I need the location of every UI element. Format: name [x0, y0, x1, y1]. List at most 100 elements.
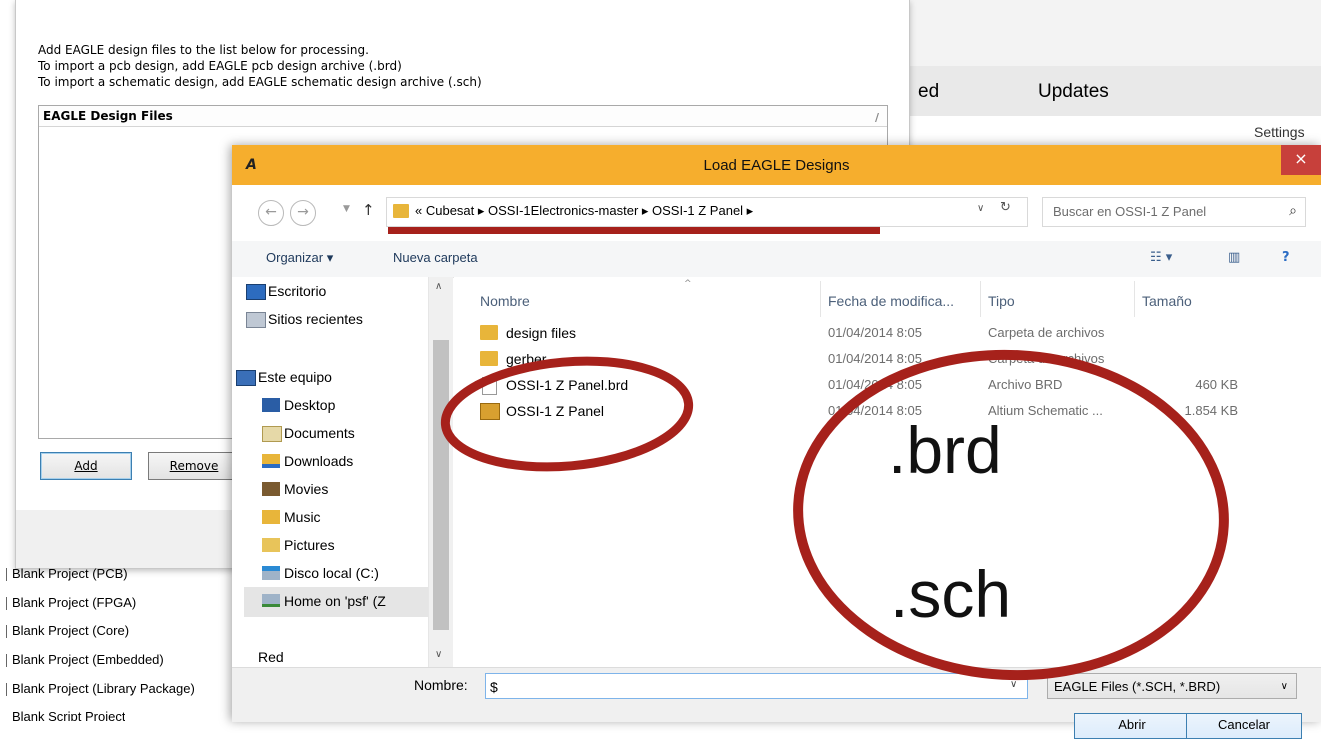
filename-label: Nombre:: [414, 677, 468, 693]
document-icon: [482, 377, 497, 395]
instruction-line: To import a schematic design, add EAGLE …: [38, 75, 482, 89]
file-row[interactable]: OSSI-1 Z Panel.brd 01/04/2014 8:05 Archi…: [454, 375, 1294, 397]
annotation-sch-text: .sch: [890, 557, 1012, 618]
nav-scrollbar[interactable]: ∧ ∨: [428, 277, 453, 667]
nav-item-label: Pictures: [284, 537, 335, 553]
movies-folder-icon: [262, 482, 280, 496]
tab-updates[interactable]: Updates: [1038, 81, 1109, 103]
cancel-button[interactable]: Cancelar: [1186, 713, 1302, 739]
column-separator: [820, 281, 821, 317]
search-icon[interactable]: ⌕: [1289, 203, 1297, 219]
chevron-down-icon: ∨: [1280, 681, 1288, 692]
view-options-icon[interactable]: ☷ ▾: [1150, 250, 1172, 265]
file-row[interactable]: OSSI-1 Z Panel 01/04/2014 8:05 Altium Sc…: [454, 401, 1294, 423]
nav-item-home-on-psf[interactable]: Home on 'psf' (Z: [262, 593, 386, 609]
project-item-pcb[interactable]: Blank Project (PCB): [6, 566, 128, 581]
nav-item-label: Desktop: [284, 397, 336, 413]
local-disk-icon: [262, 566, 280, 580]
recent-locations-dropdown-icon[interactable]: ▼: [343, 204, 350, 214]
nav-item-este-equipo[interactable]: Este equipo: [236, 369, 332, 386]
project-item-core[interactable]: Blank Project (Core): [5, 623, 129, 638]
nav-item-label: Este equipo: [258, 369, 332, 385]
file-date: 01/04/2014 8:05: [828, 377, 922, 392]
project-item-embedded[interactable]: Blank Project (Embedded): [6, 652, 164, 667]
schematic-file-icon: [480, 403, 500, 420]
organize-menu-button[interactable]: Organizar ▾: [266, 250, 333, 266]
nav-item-disco-local[interactable]: Disco local (C:): [262, 565, 379, 581]
nav-item-label: Movies: [284, 481, 329, 497]
remove-button[interactable]: Remove: [148, 452, 240, 480]
background-tabs: ed Updates: [910, 66, 1321, 116]
project-item-script[interactable]: Blank Script Project: [12, 709, 125, 721]
documents-folder-icon: [262, 426, 282, 442]
refresh-icon[interactable]: ↻: [1000, 200, 1011, 215]
file-type: Carpeta de archivos: [988, 325, 1105, 340]
open-button[interactable]: Abrir: [1074, 713, 1190, 739]
preview-pane-icon[interactable]: ▥: [1228, 250, 1240, 265]
network-drive-icon: [262, 594, 280, 607]
nav-item-pictures[interactable]: Pictures: [262, 537, 335, 553]
file-type: Archivo BRD: [988, 377, 1063, 392]
settings-link[interactable]: Settings: [1254, 124, 1305, 140]
column-header-name[interactable]: Nombre: [480, 293, 530, 309]
forward-arrow-icon[interactable]: →: [290, 200, 316, 226]
nav-item-documents[interactable]: Documents: [262, 425, 355, 442]
red-underline-annotation: [388, 227, 880, 234]
scrollbar-thumb[interactable]: [433, 340, 449, 630]
breadcrumb[interactable]: « Cubesat ▸ OSSI-1Electronics-master ▸ O…: [415, 203, 753, 219]
address-bar[interactable]: « Cubesat ▸ OSSI-1Electronics-master ▸ O…: [386, 197, 1028, 227]
nav-item-label: Home on 'psf' (Z: [284, 593, 386, 609]
address-dropdown-icon[interactable]: ∨: [977, 203, 984, 214]
command-bar: Organizar ▾ Nueva carpeta ☷ ▾ ▥ ?: [232, 241, 1321, 278]
search-input[interactable]: Buscar en OSSI-1 Z Panel ⌕: [1042, 197, 1306, 227]
file-size: 1.854 KB: [1184, 403, 1239, 418]
nav-item-desktop[interactable]: Desktop: [262, 397, 336, 413]
filename-dropdown-icon[interactable]: ∨: [1010, 679, 1017, 690]
new-folder-button[interactable]: Nueva carpeta: [393, 250, 478, 265]
file-type: Carpeta de archivos: [988, 351, 1105, 366]
scroll-down-icon[interactable]: ∨: [435, 649, 442, 660]
tab-installed-partial[interactable]: ed: [918, 81, 939, 103]
add-button[interactable]: Add: [40, 452, 132, 480]
file-name: OSSI-1 Z Panel.brd: [506, 377, 629, 393]
project-item-library-package[interactable]: Blank Project (Library Package): [6, 681, 195, 696]
desktop-folder-icon: [262, 398, 280, 412]
dialog-titlebar[interactable]: A Load EAGLE Designs ×: [232, 145, 1321, 185]
sort-icon: ∕: [874, 111, 879, 124]
nav-item-label: Escritorio: [268, 283, 327, 299]
file-name: design files: [506, 325, 577, 341]
downloads-folder-icon: [262, 454, 280, 468]
search-placeholder: Buscar en OSSI-1 Z Panel: [1053, 204, 1207, 219]
help-icon[interactable]: ?: [1282, 250, 1290, 265]
background-header: [910, 0, 1321, 66]
column-header-date[interactable]: Fecha de modifica...: [828, 293, 954, 309]
nav-item-sitios-recientes[interactable]: Sitios recientes: [246, 311, 363, 328]
close-button[interactable]: ×: [1281, 145, 1321, 175]
desktop-icon: [246, 284, 266, 300]
column-header-type[interactable]: Tipo: [988, 293, 1015, 309]
file-date: 01/04/2014 8:05: [828, 351, 922, 366]
scroll-up-icon[interactable]: ∧: [435, 281, 442, 292]
nav-item-movies[interactable]: Movies: [262, 481, 329, 497]
nav-item-red[interactable]: Red: [258, 649, 284, 663]
project-item-fpga[interactable]: Blank Project (FPGA): [5, 595, 136, 610]
nav-item-downloads[interactable]: Downloads: [262, 453, 353, 469]
file-row[interactable]: gerber 01/04/2014 8:05 Carpeta de archiv…: [454, 349, 1294, 371]
list-header[interactable]: EAGLE Design Files ∕: [39, 106, 887, 127]
nav-item-escritorio[interactable]: Escritorio: [246, 283, 327, 300]
back-arrow-icon[interactable]: ←: [258, 200, 284, 226]
pictures-folder-icon: [262, 538, 280, 552]
dialog-title: Load EAGLE Designs: [703, 157, 850, 174]
filename-input[interactable]: $: [485, 673, 1028, 699]
music-folder-icon: [262, 510, 280, 524]
nav-item-label: Music: [284, 509, 321, 525]
nav-item-label: Red: [258, 649, 284, 663]
dialog-footer: Nombre: $ ∨ EAGLE Files (*.SCH, *.BRD) ∨…: [232, 667, 1321, 739]
nav-item-music[interactable]: Music: [262, 509, 321, 525]
column-header-size[interactable]: Tamaño: [1142, 293, 1192, 309]
navigation-bar: ← → ▼ ↑ « Cubesat ▸ OSSI-1Electronics-ma…: [232, 185, 1321, 241]
file-type-filter-select[interactable]: EAGLE Files (*.SCH, *.BRD) ∨: [1047, 673, 1297, 699]
navigation-pane: Escritorio Sitios recientes Este equipo …: [232, 277, 452, 667]
file-row[interactable]: design files 01/04/2014 8:05 Carpeta de …: [454, 323, 1294, 345]
up-arrow-icon[interactable]: ↑: [362, 201, 375, 219]
